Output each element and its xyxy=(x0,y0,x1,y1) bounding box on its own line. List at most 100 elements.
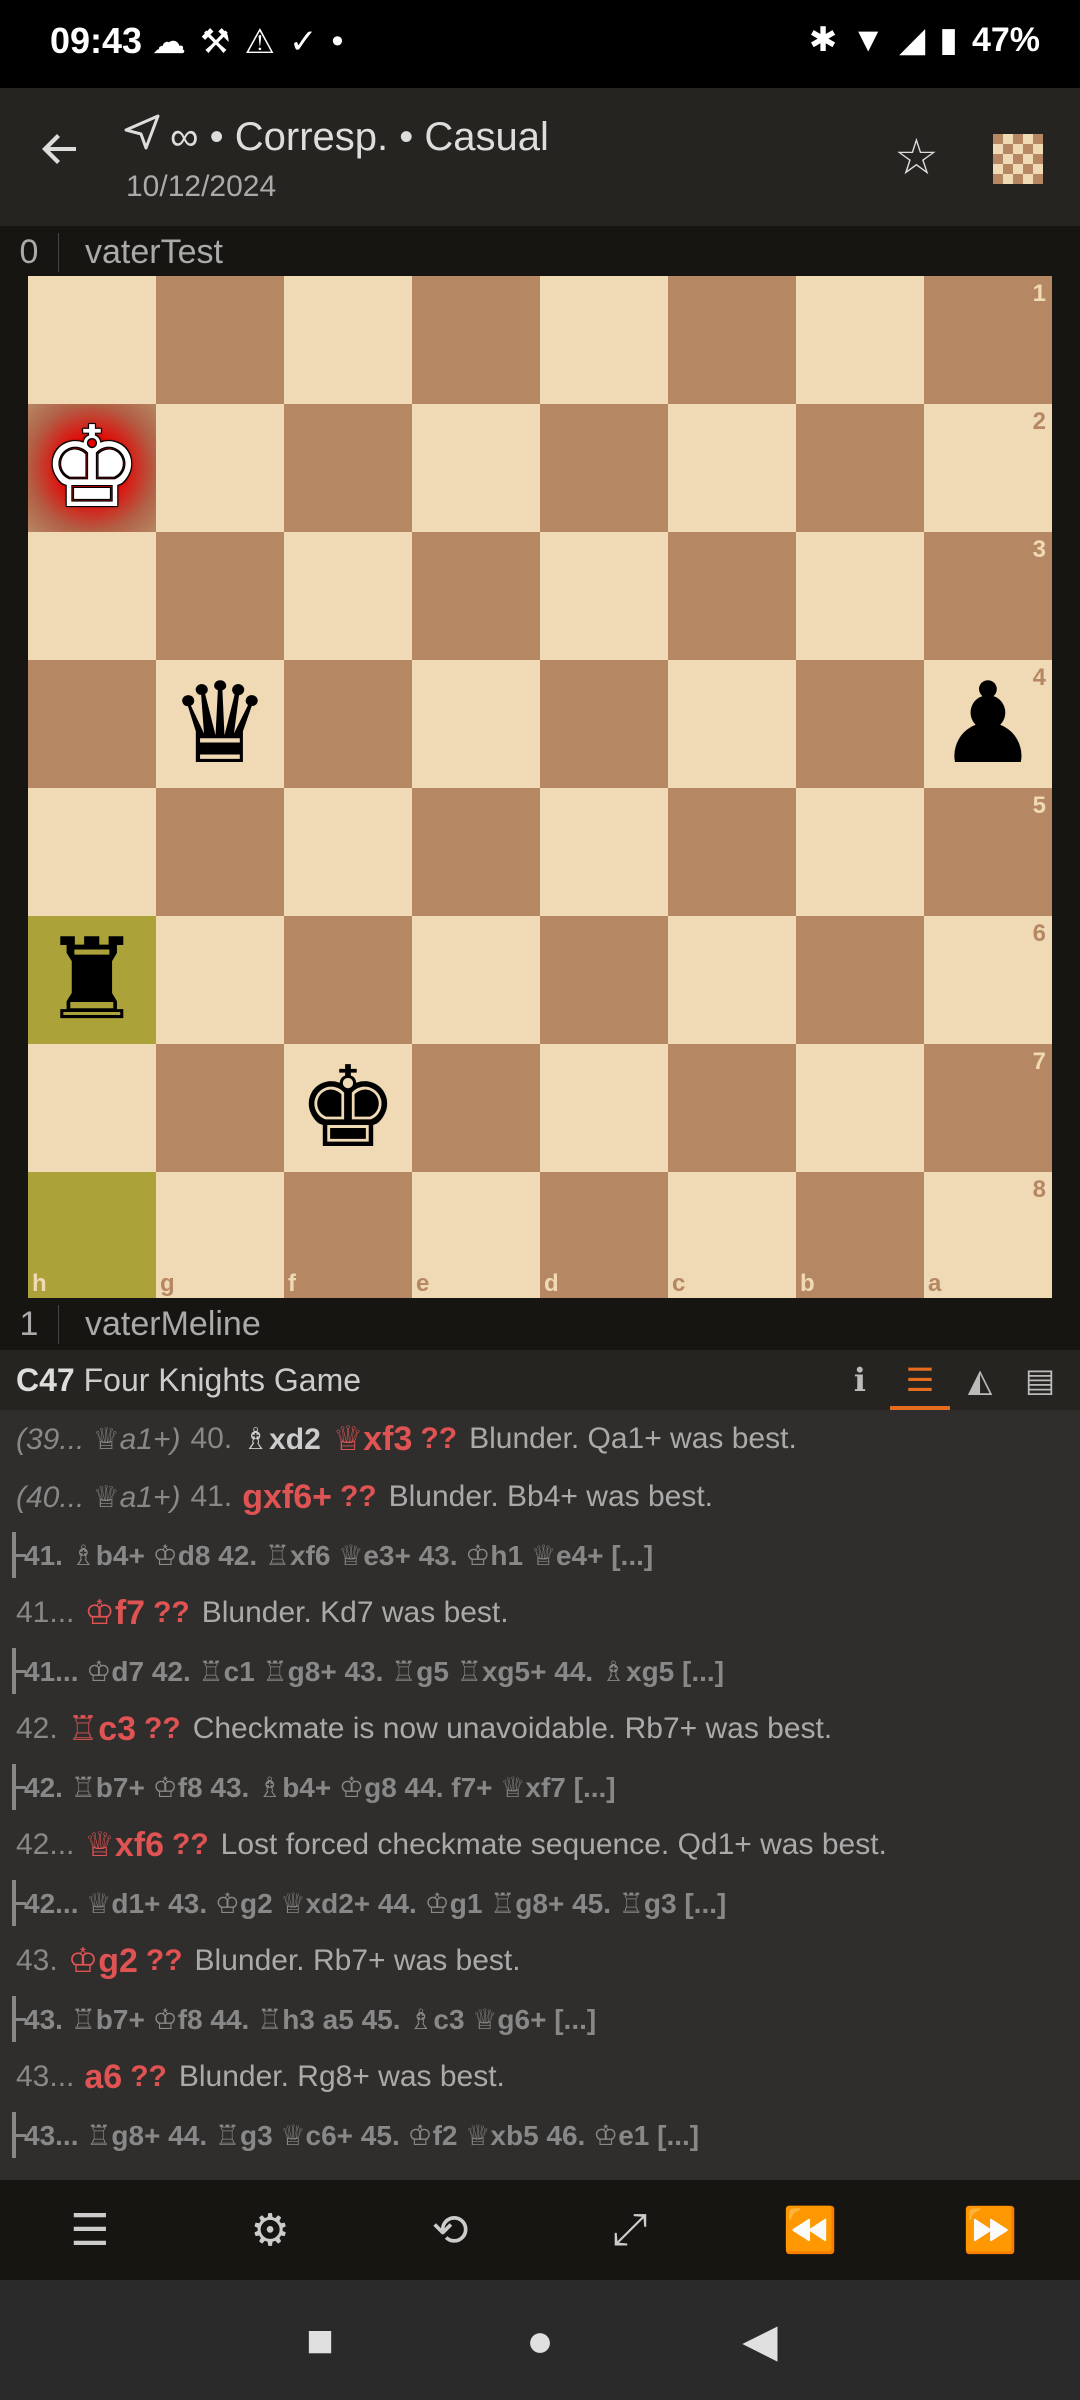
square-a7[interactable]: 7 xyxy=(924,1044,1052,1172)
square-d4[interactable] xyxy=(540,660,668,788)
square-c8[interactable]: c xyxy=(668,1172,796,1300)
chart-icon[interactable]: ◭ xyxy=(950,1350,1010,1410)
info-icon[interactable]: ℹ xyxy=(830,1350,890,1410)
square-a8[interactable]: 8a xyxy=(924,1172,1052,1300)
square-b5[interactable] xyxy=(796,788,924,916)
move-line[interactable]: (39... ♕a1+) 40. ♗xd2 ♕xf3?? Blunder. Qa1+ w… xyxy=(0,1410,1080,1468)
square-h8[interactable]: h xyxy=(28,1172,156,1300)
blunder-move[interactable]: gxf6+ xyxy=(242,1478,332,1517)
square-h7[interactable] xyxy=(28,1044,156,1172)
square-e2[interactable] xyxy=(412,404,540,532)
previous-best-move[interactable]: (40... ♕a1+) xyxy=(16,1480,180,1515)
square-c7[interactable] xyxy=(668,1044,796,1172)
blunder-move[interactable]: ♕xf6 xyxy=(84,1825,164,1865)
blunder-move[interactable]: a6 xyxy=(84,2058,122,2097)
blunder-move[interactable]: ♕xf3 xyxy=(333,1419,413,1459)
move-line[interactable]: (40... ♕a1+) 41. gxf6+?? Blunder. Bb4+ was … xyxy=(0,1468,1080,1526)
square-b2[interactable] xyxy=(796,404,924,532)
book-icon[interactable]: ▤ xyxy=(1010,1350,1070,1410)
square-e6[interactable] xyxy=(412,916,540,1044)
square-c1[interactable] xyxy=(668,276,796,404)
square-c5[interactable] xyxy=(668,788,796,916)
recents-button[interactable]: ■ xyxy=(285,2305,355,2375)
square-e7[interactable] xyxy=(412,1044,540,1172)
square-e8[interactable]: e xyxy=(412,1172,540,1300)
square-h6[interactable]: ♜ xyxy=(28,916,156,1044)
blunder-move[interactable]: ♔f7 xyxy=(84,1593,145,1633)
square-d5[interactable] xyxy=(540,788,668,916)
square-f3[interactable] xyxy=(284,532,412,660)
menu-icon[interactable]: ☰ xyxy=(40,2190,140,2270)
square-h1[interactable] xyxy=(28,276,156,404)
variation-text[interactable]: 42... ♕d1+ 43. ♔g2 ♕xd2+ 44. ♔g1 ♖g8+ 45… xyxy=(24,1887,726,1920)
square-g6[interactable] xyxy=(156,916,284,1044)
board-settings-icon[interactable] xyxy=(993,134,1043,184)
square-e1[interactable] xyxy=(412,276,540,404)
square-d1[interactable] xyxy=(540,276,668,404)
square-e4[interactable] xyxy=(412,660,540,788)
square-d2[interactable] xyxy=(540,404,668,532)
variation-line[interactable]: 41... ♔d7 42. ♖c1 ♖g8+ 43. ♖g5 ♖xg5+ 44.… xyxy=(0,1642,1080,1700)
square-a4[interactable]: 4 ♟ xyxy=(924,660,1052,788)
square-h5[interactable] xyxy=(28,788,156,916)
square-b8[interactable]: b xyxy=(796,1172,924,1300)
square-f5[interactable] xyxy=(284,788,412,916)
player-top[interactable]: 0 vaterTest xyxy=(0,226,1080,278)
square-a6[interactable]: 6 xyxy=(924,916,1052,1044)
square-f8[interactable]: f xyxy=(284,1172,412,1300)
variation-line[interactable]: 41. ♗b4+ ♔d8 42. ♖xf6 ♕e3+ 43. ♔h1 ♕e4+ … xyxy=(0,1526,1080,1584)
previous-best-move[interactable]: (39... ♕a1+) xyxy=(16,1422,180,1457)
moves-icon[interactable]: ☰ xyxy=(890,1350,950,1410)
move-san[interactable]: ♗xd2 xyxy=(242,1422,321,1457)
square-f1[interactable] xyxy=(284,276,412,404)
move-line[interactable]: 42. ♖c3?? Checkmate is now unavoidable. Rb… xyxy=(0,1700,1080,1758)
variation-text[interactable]: 42. ♖b7+ ♔f8 43. ♗b4+ ♔g8 44. f7+ ♕xf7 [… xyxy=(24,1771,616,1804)
flip-board-icon[interactable]: ⟲ xyxy=(400,2190,500,2270)
square-e3[interactable] xyxy=(412,532,540,660)
chess-board[interactable]: 1 ♚ 2 3 ♛ 4 ♟ 5 ♜ 6 ♚ 7 h g f e d c b 8 a xyxy=(28,276,1052,1300)
square-a2[interactable]: 2 xyxy=(924,404,1052,532)
square-g8[interactable]: g xyxy=(156,1172,284,1300)
variation-line[interactable]: 42... ♕d1+ 43. ♔g2 ♕xd2+ 44. ♔g1 ♖g8+ 45… xyxy=(0,1874,1080,1932)
back-arrow-icon[interactable] xyxy=(36,124,84,186)
square-f4[interactable] xyxy=(284,660,412,788)
variation-text[interactable]: 41. ♗b4+ ♔d8 42. ♖xf6 ♕e3+ 43. ♔h1 ♕e4+ … xyxy=(24,1539,653,1572)
black-rook-piece[interactable]: ♜ xyxy=(28,916,156,1044)
blunder-move[interactable]: ♔g2 xyxy=(68,1941,138,1981)
blunder-move[interactable]: ♖c3 xyxy=(68,1709,136,1749)
square-g7[interactable] xyxy=(156,1044,284,1172)
square-a5[interactable]: 5 xyxy=(924,788,1052,916)
square-g5[interactable] xyxy=(156,788,284,916)
black-king-piece[interactable]: ♚ xyxy=(284,1044,412,1172)
square-c3[interactable] xyxy=(668,532,796,660)
white-king-piece[interactable]: ♚ xyxy=(28,404,156,532)
square-b4[interactable] xyxy=(796,660,924,788)
square-c4[interactable] xyxy=(668,660,796,788)
square-b6[interactable] xyxy=(796,916,924,1044)
square-g2[interactable] xyxy=(156,404,284,532)
bookmark-star-icon[interactable]: ☆ xyxy=(894,128,939,186)
back-nav-button[interactable]: ◀ xyxy=(725,2305,795,2375)
square-g4[interactable]: ♛ xyxy=(156,660,284,788)
black-pawn-piece[interactable]: ♟ xyxy=(924,660,1052,788)
square-g3[interactable] xyxy=(156,532,284,660)
move-line[interactable]: 42... ♕xf6?? Lost forced checkmate sequenc… xyxy=(0,1816,1080,1874)
square-b7[interactable] xyxy=(796,1044,924,1172)
square-c2[interactable] xyxy=(668,404,796,532)
move-list[interactable]: (39... ♕a1+) 40. ♗xd2 ♕xf3?? Blunder. Qa1+ w… xyxy=(0,1410,1080,2180)
previous-move-icon[interactable]: ⏪ xyxy=(760,2190,860,2270)
move-line[interactable]: 43. ♔g2?? Blunder. Rb7+ was best. xyxy=(0,1932,1080,1990)
black-queen-piece[interactable]: ♛ xyxy=(156,660,284,788)
square-f7[interactable]: ♚ xyxy=(284,1044,412,1172)
square-d3[interactable] xyxy=(540,532,668,660)
move-line[interactable]: 43... a6?? Blunder. Rg8+ was best. xyxy=(0,2048,1080,2106)
square-b3[interactable] xyxy=(796,532,924,660)
move-line[interactable]: 41... ♔f7?? Blunder. Kd7 was best. xyxy=(0,1584,1080,1642)
square-d7[interactable] xyxy=(540,1044,668,1172)
square-b1[interactable] xyxy=(796,276,924,404)
player-bottom[interactable]: 1 vaterMeline xyxy=(0,1298,1080,1350)
home-button[interactable]: ● xyxy=(505,2305,575,2375)
variation-line[interactable]: 43... ♖g8+ 44. ♖g3 ♕c6+ 45. ♔f2 ♕xb5 46.… xyxy=(0,2106,1080,2164)
square-d8[interactable]: d xyxy=(540,1172,668,1300)
square-c6[interactable] xyxy=(668,916,796,1044)
